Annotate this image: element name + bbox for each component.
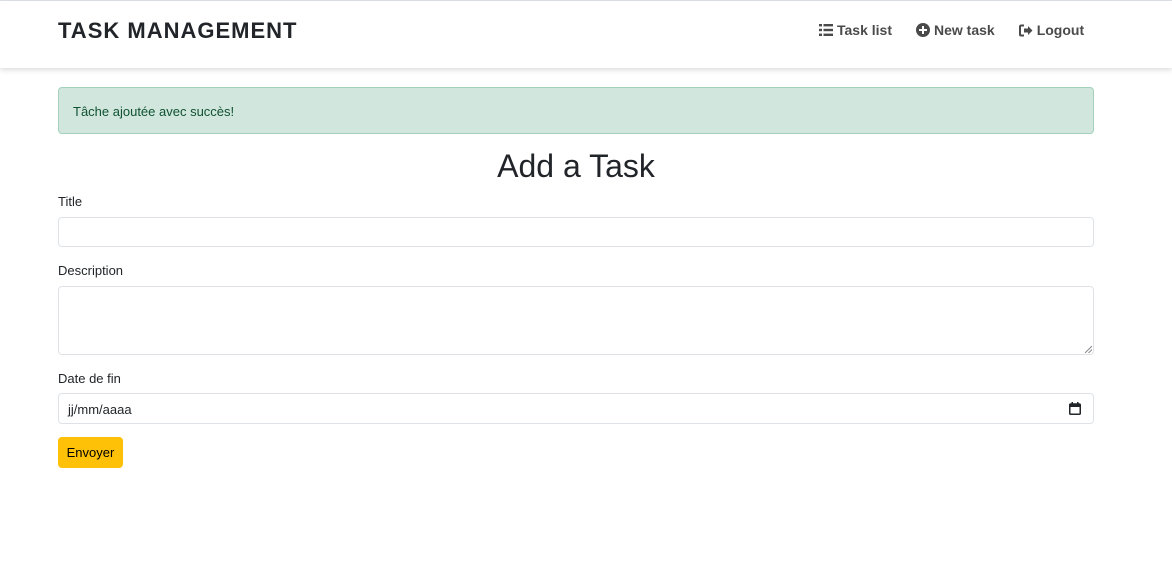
nav-logout-link[interactable]: Logout [1018, 22, 1085, 38]
calendar-icon[interactable] [1069, 402, 1081, 415]
nav-new-task-link[interactable]: New task [916, 22, 995, 38]
end-date-input[interactable]: jj/mm/aaaa [58, 393, 1094, 424]
nav-new-task-label: New task [934, 22, 995, 38]
title-label: Title [58, 194, 83, 209]
description-textarea[interactable] [58, 286, 1094, 355]
title-input[interactable] [58, 217, 1094, 247]
nav-task-list-label: Task list [837, 22, 892, 38]
description-label: Description [58, 263, 124, 278]
page-title: Add a Task [497, 148, 655, 184]
logout-icon [1018, 24, 1033, 36]
success-alert: Tâche ajoutée avec succès! [58, 87, 1094, 134]
resize-grip-icon[interactable] [1084, 345, 1092, 353]
nav-task-list-link[interactable]: Task list [819, 22, 892, 38]
nav-logout-label: Logout [1036, 22, 1085, 38]
date-placeholder: jj/mm/aaaa [68, 402, 132, 417]
brand-title[interactable]: TASK MANAGEMENT [58, 18, 297, 44]
main-nav: Task list New task Logout [819, 22, 1084, 38]
plus-circle-icon [916, 23, 930, 37]
navbar: TASK MANAGEMENT Task list New task Logou… [0, 1, 1172, 68]
submit-button[interactable]: Envoyer [58, 437, 123, 468]
alert-message: Tâche ajoutée avec succès! [73, 104, 235, 119]
list-icon [819, 24, 833, 36]
date-label: Date de fin [58, 371, 121, 386]
